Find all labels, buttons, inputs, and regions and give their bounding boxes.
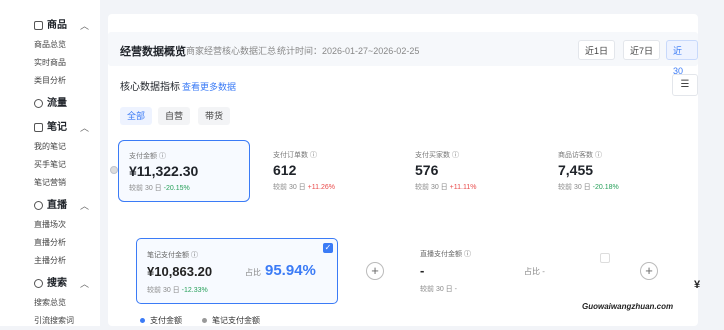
- card-compare: 较前 30 日 -12.33%: [147, 287, 208, 294]
- sidebar-item[interactable]: 搜索总览: [0, 294, 100, 312]
- legend-item[interactable]: 笔记支付金额: [202, 315, 260, 326]
- watermark: Guowaiwangzhuan.com: [582, 302, 674, 311]
- card-label: 笔记支付金额 ⓘ: [147, 252, 198, 259]
- card-value: -: [420, 263, 425, 278]
- kpi-card[interactable]: 支付买家数 ⓘ 576 较前 30 日 +11.11%: [405, 140, 537, 202]
- stat-time: 统计时间：2026-01-27~2026-02-25: [277, 46, 420, 56]
- sidebar-item[interactable]: 买手笔记: [0, 156, 100, 174]
- chevron-up-icon[interactable]: ︿: [80, 16, 89, 36]
- dot-icon: [202, 318, 207, 323]
- chevron-up-icon[interactable]: ︿: [80, 118, 89, 138]
- main-panel: 经营数据概览 商家经营核心数据汇总 统计时间：2026-01-27~2026-0…: [108, 14, 701, 326]
- kpi-compare: 较前 30 日 +11.11%: [415, 184, 477, 191]
- legend-item[interactable]: 支付金额: [140, 315, 182, 326]
- sidebar-section-notes[interactable]: 笔记 ︿: [0, 118, 100, 138]
- card-value: ¥10,863.20: [147, 264, 213, 279]
- page-desc: 商家经营核心数据汇总: [186, 46, 277, 56]
- sidebar-item[interactable]: 商品总览: [0, 36, 100, 54]
- overview-header: 经营数据概览 商家经营核心数据汇总 统计时间：2026-01-27~2026-0…: [108, 32, 698, 96]
- sidebar-section-search[interactable]: 搜索 ︿: [0, 274, 100, 294]
- card-label: 直播支付金额 ⓘ: [420, 251, 471, 258]
- kpi-card[interactable]: 支付订单数 ⓘ 612 较前 30 日 +11.26%: [263, 140, 395, 202]
- checkbox-icon[interactable]: [600, 253, 610, 263]
- add-icon[interactable]: +: [640, 262, 658, 280]
- share-label: 占比: [245, 268, 261, 277]
- share-value: 95.94%: [265, 262, 316, 279]
- kpi-label: 支付订单数 ⓘ: [273, 152, 317, 159]
- sidebar-section-live[interactable]: 直播 ︿: [0, 196, 100, 216]
- kpi-label: 商品访客数 ⓘ: [558, 152, 602, 159]
- kpi-card[interactable]: 支付金额 ⓘ ¥11,322.30 较前 30 日 -20.15%: [118, 140, 250, 202]
- kpi-card[interactable]: 商品访客数 ⓘ 7,455 较前 30 日 -20.18%: [548, 140, 680, 202]
- range-1d-button[interactable]: 近1日: [578, 40, 616, 60]
- kpi-label: 支付买家数 ⓘ: [415, 152, 459, 159]
- note-payment-card[interactable]: ✓ 笔记支付金额 ⓘ ¥10,863.20 占比 95.94% 较前 30 日 …: [136, 238, 338, 304]
- share-label: 占比 -: [524, 267, 545, 276]
- chevron-up-icon[interactable]: ︿: [80, 196, 89, 216]
- kpi-value: 612: [273, 162, 297, 178]
- more-data-link[interactable]: 查看更多数据: [182, 80, 236, 93]
- dot-icon: [140, 318, 145, 323]
- sidebar-item[interactable]: 主播分析: [0, 252, 100, 270]
- chevron-up-icon[interactable]: ︿: [80, 274, 89, 294]
- note-icon: [34, 123, 43, 132]
- live-icon: [34, 201, 43, 210]
- chip-all[interactable]: 全部: [120, 107, 153, 125]
- card-compare: 较前 30 日 -: [420, 286, 457, 293]
- chip-carry[interactable]: 带货: [198, 107, 231, 125]
- kpi-compare: 较前 30 日 -20.15%: [129, 185, 190, 192]
- traffic-icon: [34, 99, 43, 108]
- check-icon[interactable]: ✓: [323, 243, 333, 253]
- sidebar-item[interactable]: 实时商品: [0, 54, 100, 72]
- sidebar-item[interactable]: 笔记营销: [0, 174, 100, 192]
- kpi-value: ¥11,322.30: [129, 163, 199, 179]
- kpi-value: 7,455: [558, 162, 594, 178]
- kpi-value: 576: [415, 162, 439, 178]
- core-title: 核心数据指标: [120, 82, 180, 93]
- sidebar-item[interactable]: 类目分析: [0, 72, 100, 90]
- kpi-compare: 较前 30 日 +11.26%: [273, 184, 335, 191]
- page-title: 经营数据概览: [120, 46, 186, 58]
- sidebar-section-goods[interactable]: 商品 ︿: [0, 16, 100, 36]
- sidebar: 商品 ︿ 商品总览 实时商品 类目分析 流量 笔记 ︿ 我的笔记 买手笔记 笔记营销…: [0, 0, 100, 326]
- sidebar-item[interactable]: 直播分析: [0, 234, 100, 252]
- range-7d-button[interactable]: 近7日: [623, 40, 661, 60]
- truncated-value: ¥: [694, 279, 701, 291]
- kpi-label: 支付金额 ⓘ: [129, 153, 166, 160]
- chip-self[interactable]: 自营: [158, 107, 191, 125]
- sidebar-section-traffic[interactable]: 流量: [0, 94, 100, 114]
- live-payment-card[interactable]: 直播支付金额 ⓘ - 占比 - 较前 30 日 -: [410, 238, 610, 304]
- sidebar-item[interactable]: 引流搜索词: [0, 312, 100, 330]
- goods-icon: [34, 21, 43, 30]
- add-icon[interactable]: +: [366, 262, 384, 280]
- radio-icon[interactable]: [110, 166, 118, 174]
- sidebar-item[interactable]: 我的笔记: [0, 138, 100, 156]
- range-30d-button[interactable]: 近30日: [666, 40, 698, 96]
- sidebar-item[interactable]: 直播场次: [0, 216, 100, 234]
- search-icon: [34, 279, 43, 288]
- kpi-compare: 较前 30 日 -20.18%: [558, 184, 619, 191]
- settings-button[interactable]: ☰: [672, 74, 698, 96]
- top-strip: [108, 0, 698, 14]
